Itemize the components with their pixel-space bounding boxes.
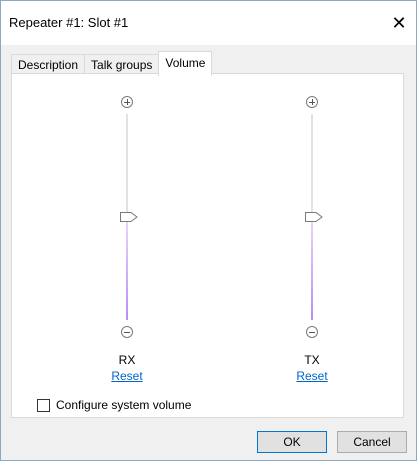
tab-talk-groups[interactable]: Talk groups bbox=[84, 54, 160, 75]
configure-system-volume-label: Configure system volume bbox=[56, 398, 192, 412]
configure-system-volume-checkbox[interactable] bbox=[37, 398, 50, 412]
rx-slider-thumb[interactable] bbox=[120, 212, 138, 222]
rx-slider-fill bbox=[126, 217, 128, 320]
close-button[interactable]: ✕ bbox=[382, 1, 416, 45]
tab-description[interactable]: Description bbox=[11, 54, 86, 75]
tab-strip: Description Talk groups Volume bbox=[11, 51, 213, 76]
close-icon: ✕ bbox=[391, 12, 407, 33]
tx-volume-up-icon[interactable] bbox=[306, 96, 318, 108]
tx-volume-down-icon[interactable] bbox=[306, 326, 318, 338]
window-title: Repeater #1: Slot #1 bbox=[9, 15, 129, 30]
tx-label: TX bbox=[304, 353, 320, 367]
rx-label: RX bbox=[118, 353, 136, 367]
configure-system-volume-row[interactable]: Configure system volume bbox=[37, 398, 191, 412]
tx-slider-thumb[interactable] bbox=[305, 212, 323, 222]
rx-volume-up-icon[interactable] bbox=[121, 96, 133, 108]
rx-reset-link[interactable]: Reset bbox=[97, 369, 157, 383]
cancel-button[interactable]: Cancel bbox=[337, 431, 407, 453]
dialog-window: Repeater #1: Slot #1 ✕ Description Talk … bbox=[0, 0, 417, 461]
tx-slider-fill bbox=[311, 217, 313, 320]
tx-reset-link[interactable]: Reset bbox=[282, 369, 342, 383]
ok-button[interactable]: OK bbox=[257, 431, 327, 453]
tab-volume[interactable]: Volume bbox=[158, 51, 213, 76]
rx-volume-down-icon[interactable] bbox=[121, 326, 133, 338]
dialog-client-area: Description Talk groups Volume RX Reset bbox=[1, 45, 416, 460]
volume-panel: RX Reset TX Reset bbox=[11, 73, 404, 418]
title-bar: Repeater #1: Slot #1 ✕ bbox=[1, 1, 416, 45]
